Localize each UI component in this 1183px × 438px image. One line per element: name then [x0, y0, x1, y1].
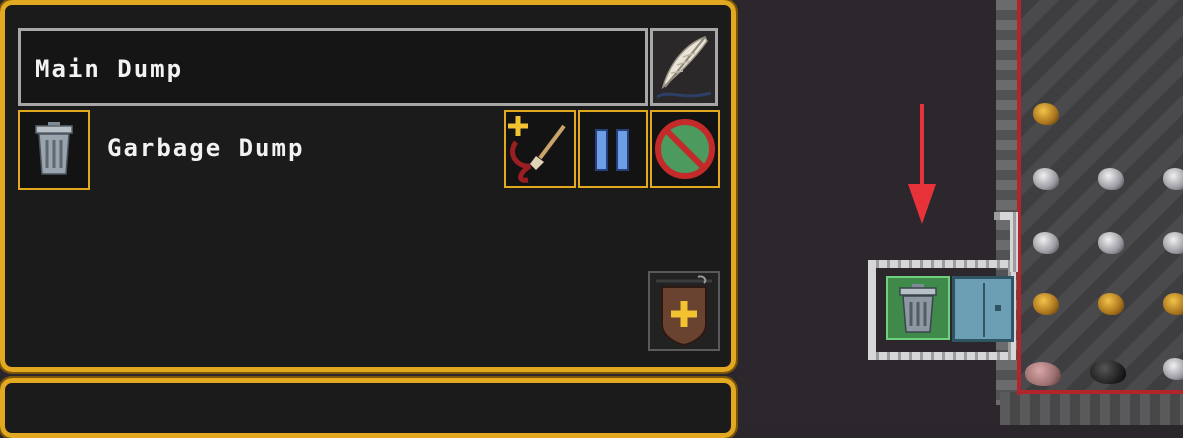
- paint-zone-button[interactable]: [504, 110, 576, 188]
- silver-ore: [1033, 232, 1059, 254]
- silver-ore: [1098, 232, 1124, 254]
- gold-ore: [1163, 293, 1183, 315]
- zone-type-icon-slot: [18, 110, 90, 190]
- quill-icon: [656, 36, 712, 99]
- zone-name-text: Main Dump: [35, 55, 184, 83]
- trash-can-icon: [899, 284, 937, 333]
- gold-ore: [1098, 293, 1124, 315]
- add-location-button[interactable]: [648, 271, 720, 351]
- wall-line-vertical: [1017, 0, 1021, 395]
- door-handle: [995, 305, 1001, 311]
- gold-ore: [1033, 103, 1059, 125]
- remove-zone-button[interactable]: [650, 110, 720, 188]
- silver-ore: [1163, 232, 1183, 254]
- silver-ore: [1163, 358, 1183, 380]
- coal: [1090, 360, 1126, 384]
- door-panel-line: [983, 283, 985, 337]
- rename-button[interactable]: [650, 28, 718, 106]
- shield-plus-sign-icon: [656, 275, 712, 347]
- gold-ore: [1033, 293, 1059, 315]
- pause-icon: [595, 129, 629, 171]
- stone-wall-bottom: [1000, 392, 1183, 425]
- silver-ore: [1163, 168, 1183, 190]
- wall-line-horizontal: [1017, 390, 1183, 394]
- suspend-button[interactable]: [578, 110, 648, 188]
- prohibited-icon: [655, 119, 715, 179]
- zone-name-field[interactable]: Main Dump: [18, 28, 648, 106]
- game-map[interactable]: [738, 0, 1183, 425]
- zone-type-label: Garbage Dump: [107, 134, 305, 162]
- trash-can-icon: [35, 122, 73, 175]
- rough-stone-area: [1000, 0, 1183, 405]
- garbage-dump-tile[interactable]: [886, 276, 950, 340]
- paint-brush-plus-icon: [508, 116, 566, 183]
- rose-stone: [1025, 362, 1061, 386]
- stone-wall-corner: [994, 212, 1018, 272]
- silver-ore: [1033, 168, 1059, 190]
- red-down-arrow: [908, 104, 936, 224]
- lower-panel: [0, 376, 738, 438]
- door-tile[interactable]: [952, 276, 1014, 342]
- silver-ore: [1098, 168, 1124, 190]
